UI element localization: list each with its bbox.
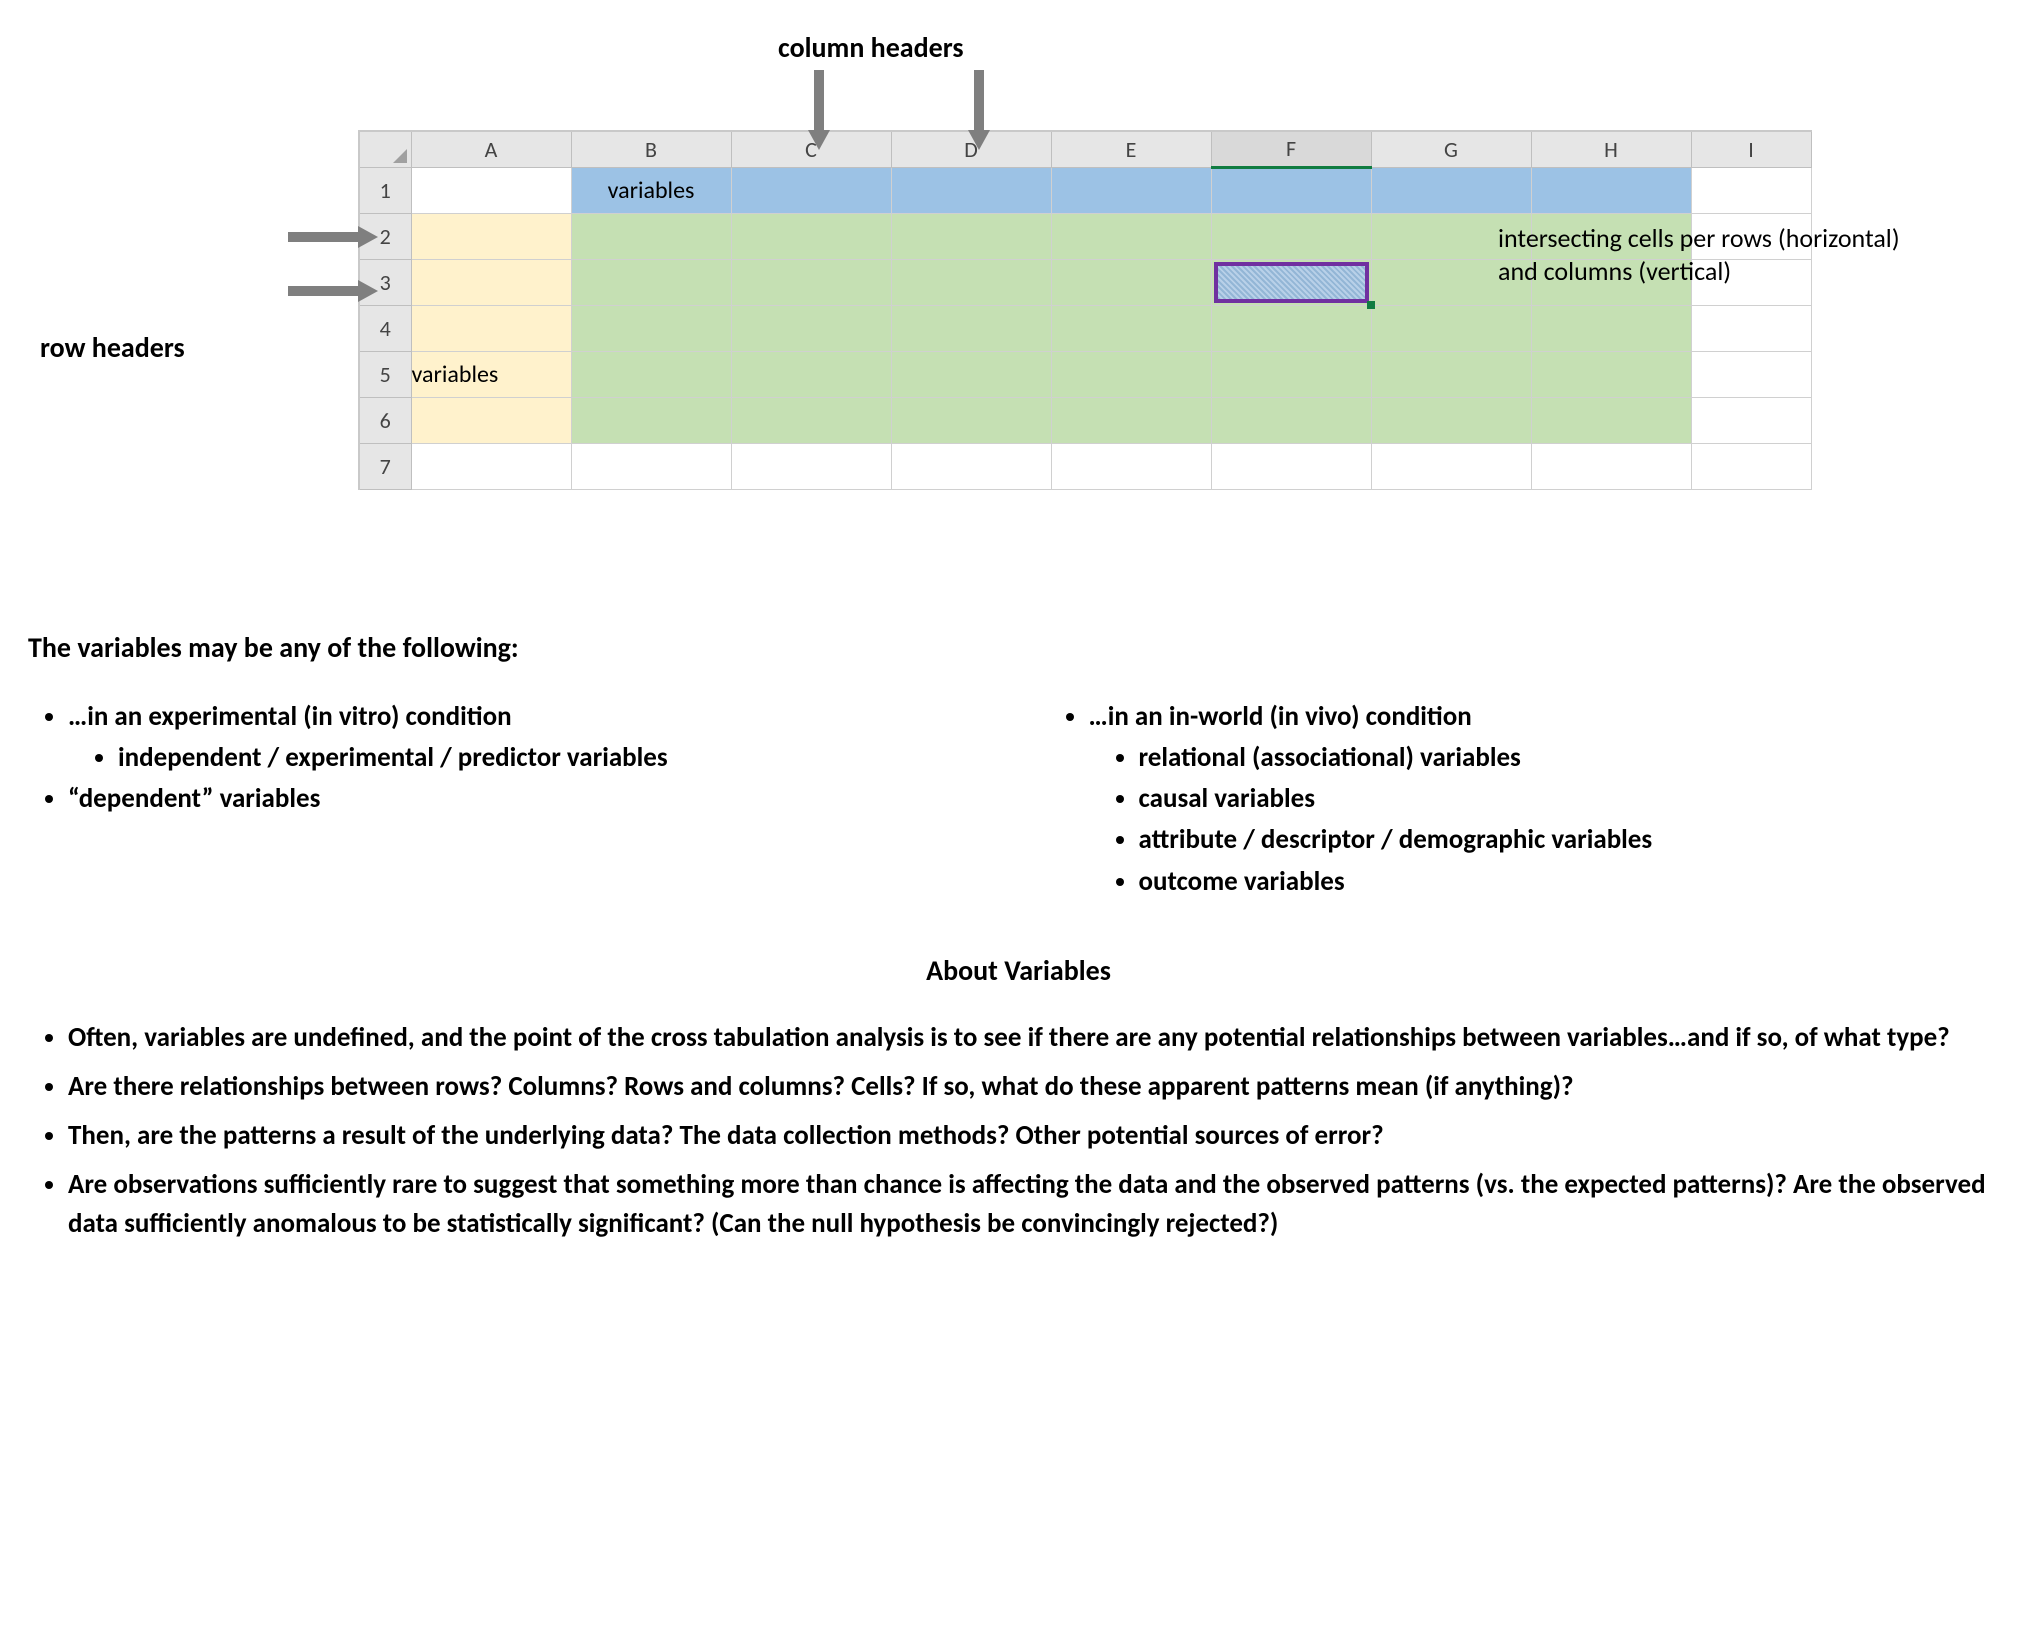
cell[interactable] — [1531, 443, 1691, 489]
cell[interactable] — [1691, 443, 1811, 489]
cell[interactable] — [1211, 351, 1371, 397]
list-item: “dependent” variables — [68, 779, 989, 818]
cell[interactable] — [411, 259, 571, 305]
col-header-E[interactable]: E — [1051, 131, 1211, 167]
cell[interactable]: variables — [411, 351, 571, 397]
arrow-right-icon — [288, 278, 378, 304]
cell[interactable] — [1531, 397, 1691, 443]
cell[interactable] — [891, 259, 1051, 305]
list-item: …in an experimental (in vitro) condition… — [68, 697, 989, 777]
cell[interactable] — [1371, 351, 1531, 397]
cell[interactable] — [1051, 213, 1211, 259]
list-item: causal variables — [1139, 779, 2010, 818]
cell[interactable] — [571, 351, 731, 397]
list-item: outcome variables — [1139, 862, 2010, 901]
cell[interactable] — [1691, 305, 1811, 351]
diagram: column headers row headers intersecting … — [28, 30, 2009, 590]
selected-cell[interactable] — [1211, 259, 1371, 305]
spreadsheet: A B C D E F G H I 1 variables 2 — [358, 130, 1812, 490]
cell[interactable] — [731, 213, 891, 259]
row-header-4[interactable]: 4 — [359, 305, 411, 351]
cell[interactable] — [571, 213, 731, 259]
cell[interactable] — [1211, 305, 1371, 351]
row-header-7[interactable]: 7 — [359, 443, 411, 489]
cell[interactable] — [1051, 305, 1211, 351]
list-item: independent / experimental / predictor v… — [118, 738, 989, 777]
cell[interactable] — [1531, 167, 1691, 213]
cell[interactable] — [1211, 167, 1371, 213]
row-header-5[interactable]: 5 — [359, 351, 411, 397]
cell[interactable] — [731, 351, 891, 397]
list-item: Are there relationships between rows? Co… — [68, 1067, 2009, 1106]
column-headers-label: column headers — [778, 30, 964, 65]
col-header-G[interactable]: G — [1371, 131, 1531, 167]
cell[interactable] — [571, 397, 731, 443]
cell[interactable] — [731, 443, 891, 489]
row-header-6[interactable]: 6 — [359, 397, 411, 443]
cell[interactable] — [411, 305, 571, 351]
intro-text: The variables may be any of the followin… — [28, 630, 2009, 665]
list-item: attribute / descriptor / demographic var… — [1139, 820, 2010, 859]
cell[interactable] — [1531, 351, 1691, 397]
cell[interactable] — [1371, 397, 1531, 443]
cell[interactable] — [411, 213, 571, 259]
cell[interactable] — [411, 443, 571, 489]
cell[interactable] — [731, 305, 891, 351]
cell[interactable] — [891, 443, 1051, 489]
list-item: Then, are the patterns a result of the u… — [68, 1116, 2009, 1155]
cell[interactable] — [1051, 397, 1211, 443]
list-item: Often, variables are undefined, and the … — [68, 1018, 2009, 1057]
cell[interactable] — [1371, 443, 1531, 489]
about-list: Often, variables are undefined, and the … — [28, 1018, 2009, 1244]
variable-types: …in an experimental (in vitro) condition… — [28, 695, 2009, 903]
cell[interactable] — [891, 167, 1051, 213]
col-header-A[interactable]: A — [411, 131, 571, 167]
arrow-down-icon — [966, 70, 992, 150]
intersecting-cells-label: intersecting cells per rows (horizontal)… — [1498, 222, 1928, 287]
cell[interactable] — [1051, 259, 1211, 305]
cell[interactable] — [1691, 167, 1811, 213]
arrow-down-icon — [806, 70, 832, 150]
cell[interactable]: variables — [571, 167, 731, 213]
cell[interactable] — [1371, 167, 1531, 213]
cell[interactable] — [1371, 305, 1531, 351]
row-headers-label: row headers — [40, 330, 185, 365]
cell[interactable] — [891, 397, 1051, 443]
cell[interactable] — [1051, 351, 1211, 397]
cell[interactable] — [1211, 213, 1371, 259]
cell[interactable] — [571, 305, 731, 351]
cell[interactable] — [1691, 397, 1811, 443]
col-header-B[interactable]: B — [571, 131, 731, 167]
cell[interactable] — [731, 167, 891, 213]
select-all-corner[interactable] — [359, 131, 411, 167]
cell[interactable] — [571, 259, 731, 305]
list-item: …in an in-world (in vivo) condition rela… — [1089, 697, 2010, 901]
cell[interactable] — [411, 167, 571, 213]
col-header-F[interactable]: F — [1211, 131, 1371, 167]
arrow-right-icon — [288, 224, 378, 250]
cell[interactable] — [411, 397, 571, 443]
cell[interactable] — [731, 259, 891, 305]
list-item: Are observations sufficiently rare to su… — [68, 1165, 2009, 1243]
cell[interactable] — [731, 397, 891, 443]
cell[interactable] — [1531, 305, 1691, 351]
cell[interactable] — [891, 305, 1051, 351]
cell[interactable] — [571, 443, 731, 489]
list-item: relational (associational) variables — [1139, 738, 2010, 777]
col-header-I[interactable]: I — [1691, 131, 1811, 167]
section-title: About Variables — [28, 953, 2009, 988]
cell[interactable] — [1211, 443, 1371, 489]
cell[interactable] — [1051, 443, 1211, 489]
cell[interactable] — [1211, 397, 1371, 443]
fill-handle[interactable] — [1367, 301, 1375, 309]
cell[interactable] — [1691, 351, 1811, 397]
cell[interactable] — [891, 351, 1051, 397]
row-header-1[interactable]: 1 — [359, 167, 411, 213]
col-header-H[interactable]: H — [1531, 131, 1691, 167]
cell[interactable] — [1051, 167, 1211, 213]
cell[interactable] — [891, 213, 1051, 259]
